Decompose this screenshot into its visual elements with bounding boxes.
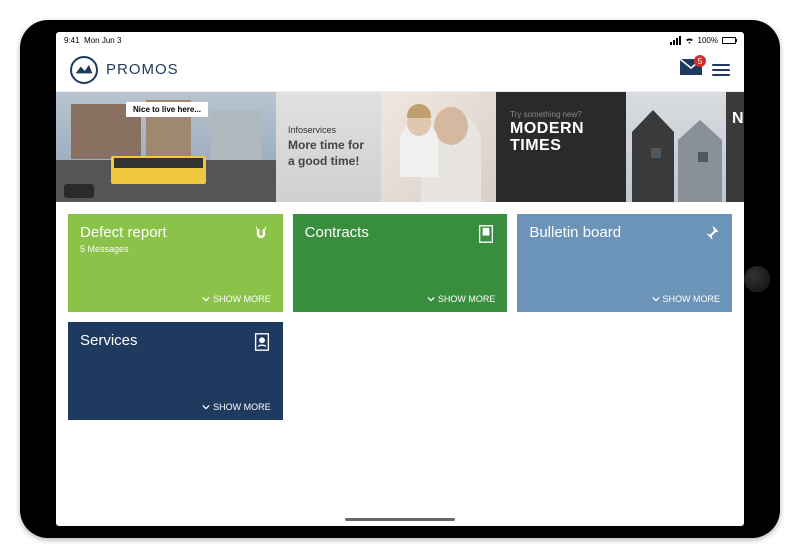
contact-card-icon: [253, 332, 271, 357]
tile-title: Bulletin board: [529, 224, 720, 241]
home-indicator[interactable]: [345, 518, 455, 521]
tile-bulletin-board[interactable]: Bulletin board SHOW MORE: [517, 214, 732, 312]
chevron-down-icon: [652, 295, 660, 303]
tile-services[interactable]: Services SHOW MORE: [68, 322, 283, 420]
tiles-grid: Defect report 5 Messages SHOW MORE Contr…: [56, 202, 744, 432]
pin-icon: [702, 224, 720, 247]
mail-button[interactable]: 5: [680, 59, 702, 80]
status-date: Mon Jun 3: [84, 36, 121, 45]
carousel-item-next[interactable]: N: [726, 92, 744, 202]
logo-icon: [70, 56, 98, 84]
tile-title: Defect report: [80, 224, 271, 241]
info-label: Infoservices: [288, 125, 336, 135]
header-actions: 5: [680, 59, 730, 80]
home-button[interactable]: [744, 266, 770, 292]
chevron-down-icon: [427, 295, 435, 303]
show-more-button[interactable]: SHOW MORE: [202, 402, 271, 412]
show-more-button[interactable]: SHOW MORE: [202, 294, 271, 304]
tile-title: Contracts: [305, 224, 496, 241]
carousel-item-city[interactable]: Nice to live here...: [56, 92, 276, 202]
show-more-button[interactable]: SHOW MORE: [427, 294, 496, 304]
header: PROMOS 5: [56, 48, 744, 92]
status-bar: 9:41 Mon Jun 3 100%: [56, 32, 744, 48]
tile-defect-report[interactable]: Defect report 5 Messages SHOW MORE: [68, 214, 283, 312]
tile-subtitle: 5 Messages: [80, 244, 271, 254]
carousel[interactable]: Nice to live here... Infoservices More t…: [56, 92, 744, 202]
document-icon: [477, 224, 495, 249]
chevron-down-icon: [202, 295, 210, 303]
screen: 9:41 Mon Jun 3 100% PROMOS 5: [56, 32, 744, 526]
wifi-icon: [685, 37, 694, 44]
status-left: 9:41 Mon Jun 3: [64, 36, 121, 45]
battery-icon: [722, 37, 736, 44]
brand[interactable]: PROMOS: [70, 56, 179, 84]
status-right: 100%: [670, 36, 736, 45]
show-more-button[interactable]: SHOW MORE: [652, 294, 721, 304]
battery-percent: 100%: [698, 36, 718, 45]
signal-icon: [670, 36, 681, 45]
carousel-item-modern[interactable]: Try something new? MODERNTIMES: [496, 92, 726, 202]
tile-contracts[interactable]: Contracts SHOW MORE: [293, 214, 508, 312]
brand-name: PROMOS: [106, 61, 179, 78]
mail-badge: 5: [694, 55, 706, 67]
status-time: 9:41: [64, 36, 80, 45]
magnet-icon: [251, 224, 271, 249]
tablet-frame: 9:41 Mon Jun 3 100% PROMOS 5: [20, 20, 780, 538]
chevron-down-icon: [202, 403, 210, 411]
tile-title: Services: [80, 332, 271, 349]
modern-sub: Try something new?: [510, 110, 584, 119]
menu-button[interactable]: [712, 64, 730, 76]
carousel-item-infoservices[interactable]: Infoservices More time fora good time!: [276, 92, 496, 202]
nice-tag: Nice to live here...: [126, 102, 208, 117]
